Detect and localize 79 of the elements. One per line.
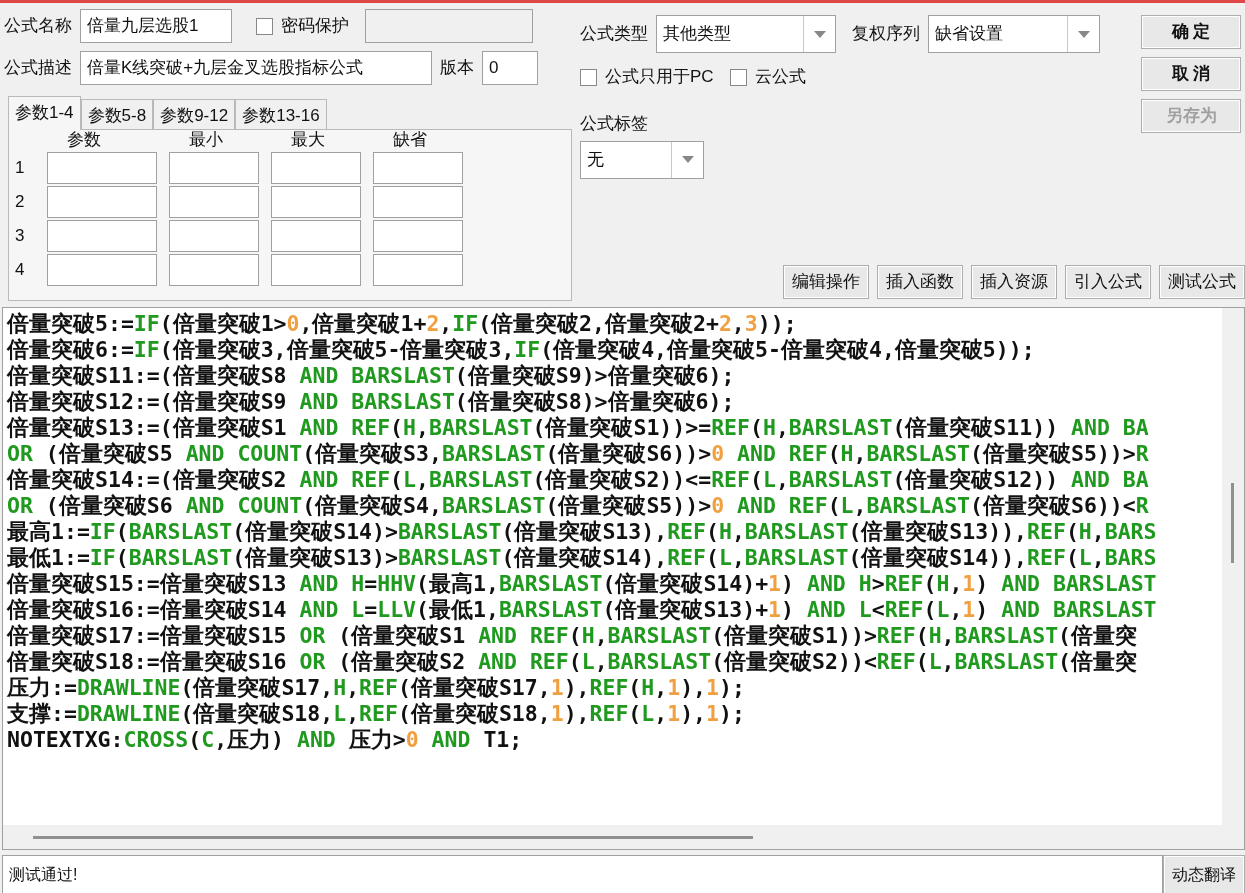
code-line: 最低1:=IF(BARSLAST(倍量突破S13)>BARSLAST(倍量突破S14),REF(L,BARSLAST(倍量突破S14)),REF(L,BARS bbox=[7, 545, 1157, 571]
field-label: 公式名称 bbox=[4, 15, 72, 38]
field-label: 公式类型 bbox=[580, 23, 648, 46]
adjust-dropdown[interactable]: 缺省设置 bbox=[928, 15, 1100, 53]
checkbox-label: 密码保护 bbox=[281, 15, 349, 38]
code-line: 最高1:=IF(BARSLAST(倍量突破S14)>BARSLAST(倍量突破S13),REF(H,BARSLAST(倍量突破S13)),REF(H,BARS bbox=[7, 519, 1157, 545]
table-input[interactable] bbox=[271, 186, 361, 218]
code-line: 倍量突破S13:=(倍量突破S1 AND REF(H,BARSLAST(倍量突破S1))>=REF(H,BARSLAST(倍量突破S11)) AND BA bbox=[7, 415, 1149, 441]
checkbox-label: 公式只用于PC bbox=[605, 66, 714, 89]
table-input[interactable] bbox=[373, 220, 463, 252]
table-input[interactable] bbox=[373, 152, 463, 184]
field-label: 版本 bbox=[440, 57, 474, 80]
column-header: 最大 bbox=[290, 130, 325, 150]
code-line: OR (倍量突破S6 AND COUNT(倍量突破S4,BARSLAST(倍量突破S5))>0 AND REF(L,BARSLAST(倍量突破S6))<R bbox=[7, 493, 1149, 519]
version-field[interactable]: 0 bbox=[482, 51, 538, 85]
column-header: 最小 bbox=[188, 130, 223, 150]
dropdown-arrow-icon bbox=[1077, 30, 1090, 38]
code-line: 倍量突破5:=IF(倍量突破1>0,倍量突破1+2,IF(倍量突破2,倍量突破2+2,3)); bbox=[7, 311, 797, 337]
code-line: 倍量突破S18:=倍量突破S16 OR (倍量突破S2 AND REF(L,BARSLAST(倍量突破S2))<REF(L,BARSLAST(倍量突 bbox=[7, 649, 1138, 675]
horizontal-scrollbar[interactable] bbox=[3, 825, 1244, 849]
code-line: NOTEXTXG:CROSS(C,压力) AND 压力>0 AND T1; bbox=[7, 727, 523, 753]
checkbox[interactable] bbox=[580, 68, 597, 86]
table-input[interactable] bbox=[169, 254, 259, 286]
table-input[interactable] bbox=[271, 254, 361, 286]
checkbox[interactable] bbox=[729, 68, 747, 86]
password-field[interactable] bbox=[365, 9, 533, 43]
code-line: OR (倍量突破S5 AND COUNT(倍量突破S3,BARSLAST(倍量突破S6))>0 AND REF(H,BARSLAST(倍量突破S5))>R bbox=[7, 441, 1149, 467]
tab[interactable]: 参数9-12 bbox=[153, 99, 236, 129]
tool-button[interactable]: 插入资源 bbox=[971, 265, 1057, 299]
row-number: 3 bbox=[15, 225, 26, 248]
row-number: 1 bbox=[15, 157, 26, 180]
description-field[interactable]: 倍量K线突破+九层金叉选股指标公式 bbox=[80, 51, 432, 85]
row-number: 2 bbox=[15, 191, 26, 214]
code-line: 倍量突破S17:=倍量突破S15 OR (倍量突破S1 AND REF(H,BARSLAST(倍量突破S1))>REF(H,BARSLAST(倍量突 bbox=[7, 623, 1138, 649]
table-input[interactable] bbox=[47, 152, 157, 184]
tool-button[interactable]: 插入函数 bbox=[877, 265, 963, 299]
column-header: 缺省 bbox=[392, 130, 427, 150]
checkbox-label: 云公式 bbox=[754, 66, 806, 89]
code-line: 倍量突破S11:=(倍量突破S8 AND BARSLAST(倍量突破S9)>倍量突破6); bbox=[7, 363, 735, 389]
tool-button[interactable]: 引入公式 bbox=[1065, 265, 1151, 299]
translate-button[interactable]: 动态翻译 bbox=[1163, 855, 1245, 893]
status-message: 测试通过! bbox=[2, 855, 1163, 893]
row-number: 4 bbox=[15, 259, 26, 282]
table-input[interactable] bbox=[373, 254, 463, 286]
dropdown-arrow-icon bbox=[681, 156, 694, 163]
name-field[interactable]: 倍量九层选股1 bbox=[80, 9, 232, 43]
field-label: 复权序列 bbox=[852, 23, 920, 46]
code-line: 倍量突破6:=IF(倍量突破3,倍量突破5-倍量突破3,IF(倍量突破4,倍量突破5-倍量突破4,倍量突破5)); bbox=[7, 337, 1035, 363]
table-input[interactable] bbox=[47, 186, 157, 218]
dialog-button[interactable]: 取 消 bbox=[1141, 57, 1241, 91]
code-line: 倍量突破S16:=倍量突破S14 AND L=LLV(最低1,BARSLAST(倍量突破S13)+1) AND L<REF(L,1) AND BARSLAST bbox=[7, 597, 1157, 623]
tab[interactable]: 参数5-8 bbox=[80, 99, 154, 129]
tool-button[interactable]: 测试公式 bbox=[1159, 265, 1245, 299]
code-line: 压力:=DRAWLINE(倍量突破S17,H,REF(倍量突破S17,1),REF(H,1),1); bbox=[7, 675, 745, 701]
table-input[interactable] bbox=[271, 220, 361, 252]
checkbox[interactable] bbox=[256, 17, 273, 35]
dropdown-arrow-icon bbox=[813, 30, 826, 38]
tag-dropdown[interactable]: 无 bbox=[580, 140, 704, 179]
table-input[interactable] bbox=[169, 186, 259, 218]
table-input[interactable] bbox=[47, 254, 157, 286]
table-input[interactable] bbox=[169, 152, 259, 184]
field-label: 公式标签 bbox=[580, 113, 648, 135]
tab[interactable]: 参数1-4 bbox=[8, 96, 81, 130]
code-line: 倍量突破S12:=(倍量突破S9 AND BARSLAST(倍量突破S8)>倍量突破6); bbox=[7, 389, 735, 415]
type-dropdown[interactable]: 其他类型 bbox=[656, 15, 836, 53]
table-input[interactable] bbox=[271, 152, 361, 184]
dialog-button[interactable]: 确 定 bbox=[1141, 15, 1241, 49]
tool-button[interactable]: 编辑操作 bbox=[783, 265, 869, 299]
vertical-scrollbar[interactable] bbox=[1222, 308, 1244, 825]
code-line: 倍量突破S15:=倍量突破S13 AND H=HHV(最高1,BARSLAST(倍量突破S14)+1) AND H>REF(H,1) AND BARSLAST bbox=[7, 571, 1157, 597]
table-input[interactable] bbox=[47, 220, 157, 252]
field-label: 公式描述 bbox=[4, 57, 72, 80]
code-editor[interactable] bbox=[2, 307, 1245, 850]
table-input[interactable] bbox=[373, 186, 463, 218]
tab[interactable]: 参数13-16 bbox=[235, 99, 327, 129]
column-header: 参数 bbox=[66, 130, 101, 150]
code-line: 倍量突破S14:=(倍量突破S2 AND REF(L,BARSLAST(倍量突破S2))<=REF(L,BARSLAST(倍量突破S12)) AND BA bbox=[7, 467, 1149, 493]
table-input[interactable] bbox=[169, 220, 259, 252]
code-line: 支撑:=DRAWLINE(倍量突破S18,L,REF(倍量突破S18,1),REF(L,1),1); bbox=[7, 701, 745, 727]
